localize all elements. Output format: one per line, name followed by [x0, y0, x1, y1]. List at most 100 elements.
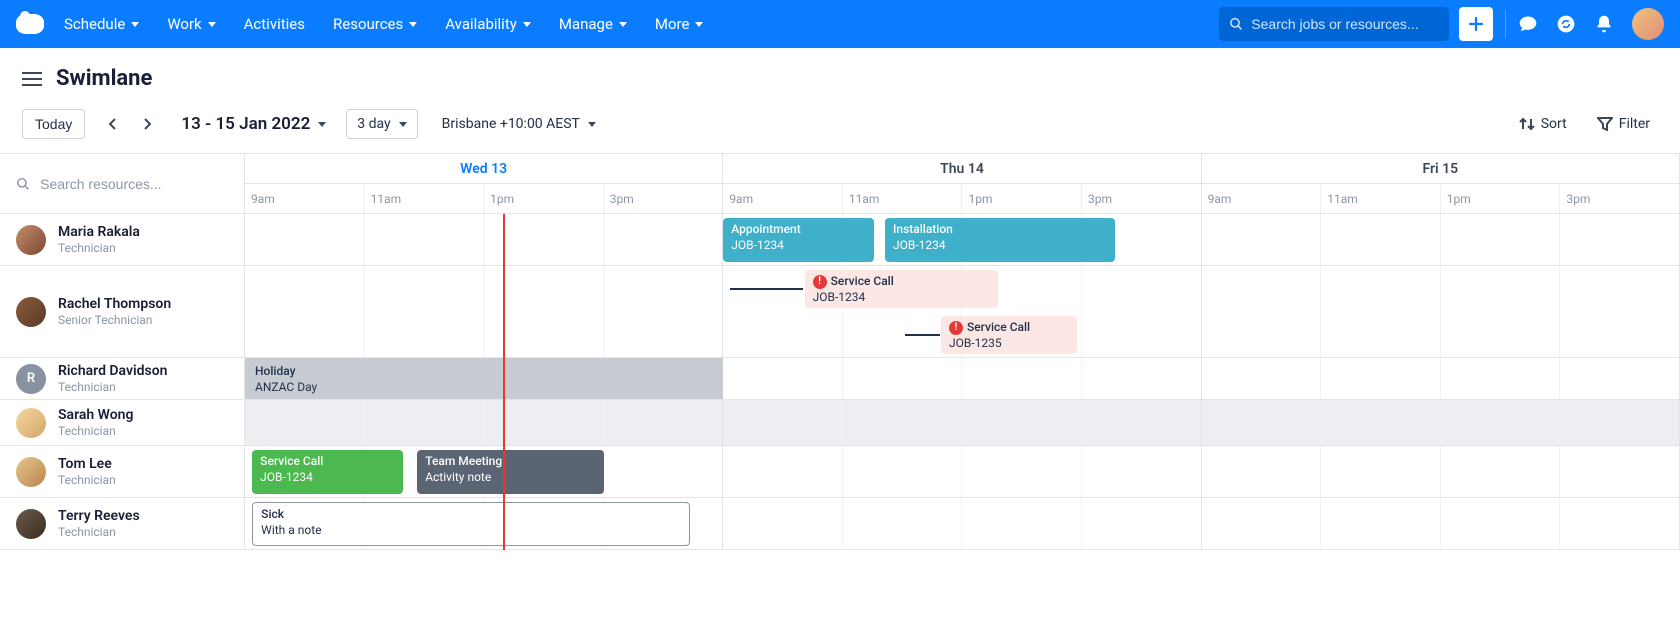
- bell-icon[interactable]: [1594, 14, 1614, 34]
- event-subtitle: Activity note: [425, 470, 596, 486]
- add-button[interactable]: [1459, 7, 1493, 41]
- prev-button[interactable]: [99, 109, 127, 139]
- nav-item-label: Resources: [333, 15, 403, 33]
- event-block[interactable]: SickWith a note: [252, 502, 690, 546]
- resource-name: Tom Lee: [58, 456, 116, 473]
- date-range-picker[interactable]: 13 - 15 Jan 2022: [175, 114, 332, 134]
- hour-label: 1pm: [1441, 184, 1561, 213]
- swimlane-grid: Maria RakalaTechnicianRachel ThompsonSen…: [0, 154, 1680, 550]
- user-avatar[interactable]: [1632, 8, 1664, 40]
- global-search-input[interactable]: [1251, 16, 1439, 32]
- lane[interactable]: SickWith a note: [245, 498, 1680, 550]
- event-title: Team Meeting: [425, 454, 596, 470]
- day-header[interactable]: Fri 15: [1202, 154, 1680, 183]
- next-button[interactable]: [133, 109, 161, 139]
- global-search[interactable]: [1219, 7, 1449, 41]
- app-logo[interactable]: [16, 14, 44, 34]
- resource-name: Richard Davidson: [58, 363, 167, 380]
- resource-role: Technician: [58, 424, 133, 438]
- nav-item-label: Availability: [445, 15, 517, 33]
- resource-row[interactable]: Rachel ThompsonSenior Technician: [0, 266, 245, 358]
- day-header[interactable]: Thu 14: [723, 154, 1201, 183]
- resource-row[interactable]: Terry ReevesTechnician: [0, 498, 245, 550]
- sort-label: Sort: [1541, 116, 1567, 132]
- menu-toggle[interactable]: [22, 71, 42, 87]
- resource-search[interactable]: [0, 154, 244, 214]
- resource-avatar: [16, 297, 46, 327]
- resource-row[interactable]: Tom LeeTechnician: [0, 446, 245, 498]
- nav-item-work[interactable]: Work: [167, 15, 215, 33]
- resource-row[interactable]: RRichard DavidsonTechnician: [0, 358, 245, 400]
- resource-name: Rachel Thompson: [58, 296, 171, 313]
- event-block[interactable]: InstallationJOB-1234: [885, 218, 1115, 262]
- resource-avatar: [16, 509, 46, 539]
- chevron-down-icon: [409, 22, 417, 27]
- lanes: AppointmentJOB-1234InstallationJOB-1234!…: [245, 214, 1680, 550]
- event-subtitle: JOB-1234: [893, 238, 1107, 254]
- nav-item-resources[interactable]: Resources: [333, 15, 417, 33]
- chevron-down-icon: [588, 122, 596, 127]
- today-button[interactable]: Today: [22, 109, 85, 139]
- nav-item-schedule[interactable]: Schedule: [64, 15, 139, 33]
- timeline-column: Wed 13Thu 14Fri 15 9am11am1pm3pm9am11am1…: [245, 154, 1680, 550]
- plus-icon: [1467, 15, 1485, 33]
- toolbar: Today 13 - 15 Jan 2022 3 day Brisbane +1…: [0, 99, 1680, 154]
- event-subtitle: JOB-1235: [949, 336, 1069, 352]
- chevron-down-icon: [399, 122, 407, 127]
- nav-item-label: Activities: [244, 15, 305, 33]
- lane[interactable]: HolidayANZAC Day: [245, 358, 1680, 400]
- event-block[interactable]: AppointmentJOB-1234: [723, 218, 874, 262]
- lane[interactable]: !Service CallJOB-1234!Service CallJOB-12…: [245, 266, 1680, 358]
- sort-button[interactable]: Sort: [1511, 112, 1575, 136]
- nav-item-label: More: [655, 15, 690, 33]
- hour-label: 1pm: [962, 184, 1082, 213]
- nav-item-label: Manage: [559, 15, 613, 33]
- event-block[interactable]: !Service CallJOB-1234: [805, 270, 999, 308]
- event-block[interactable]: HolidayANZAC Day: [245, 358, 723, 399]
- travel-indicator: [730, 288, 803, 290]
- resource-role: Technician: [58, 241, 140, 255]
- hour-label: 1pm: [484, 184, 604, 213]
- nav-item-more[interactable]: More: [655, 15, 704, 33]
- filter-icon: [1597, 117, 1613, 131]
- chevron-down-icon: [523, 22, 531, 27]
- lane[interactable]: AppointmentJOB-1234InstallationJOB-1234: [245, 214, 1680, 266]
- timezone-select[interactable]: Brisbane +10:00 AEST: [432, 110, 606, 138]
- chat-icon[interactable]: [1518, 14, 1538, 34]
- event-title: Sick: [261, 507, 681, 523]
- lane[interactable]: [245, 400, 1680, 446]
- event-title: Service Call: [260, 454, 395, 470]
- filter-button[interactable]: Filter: [1589, 112, 1658, 136]
- nav-item-manage[interactable]: Manage: [559, 15, 627, 33]
- hour-label: 9am: [723, 184, 843, 213]
- page-title: Swimlane: [56, 66, 152, 91]
- event-block[interactable]: !Service CallJOB-1235: [941, 316, 1077, 354]
- resource-search-input[interactable]: [40, 176, 228, 192]
- nav-item-activities[interactable]: Activities: [244, 15, 305, 33]
- resource-role: Technician: [58, 525, 140, 539]
- event-subtitle: With a note: [261, 523, 681, 539]
- page-header: Swimlane: [0, 48, 1680, 99]
- resource-row[interactable]: Maria RakalaTechnician: [0, 214, 245, 266]
- event-title: !Service Call: [813, 274, 991, 290]
- hour-label: 3pm: [1560, 184, 1680, 213]
- day-header[interactable]: Wed 13: [245, 154, 723, 183]
- hour-label: 9am: [1202, 184, 1322, 213]
- hamburger-icon: [22, 71, 42, 87]
- nav-item-availability[interactable]: Availability: [445, 15, 531, 33]
- hour-label: 3pm: [1082, 184, 1202, 213]
- view-mode-select[interactable]: 3 day: [346, 109, 417, 139]
- event-subtitle: ANZAC Day: [255, 380, 713, 396]
- resource-row[interactable]: Sarah WongTechnician: [0, 400, 245, 446]
- travel-indicator: [905, 334, 939, 336]
- nav-menu: Schedule Work Activities Resources Availabil…: [64, 15, 703, 33]
- now-indicator: [503, 214, 505, 550]
- lane[interactable]: Service CallJOB-1234 Team MeetingActivity…: [245, 446, 1680, 498]
- event-block[interactable]: Service CallJOB-1234: [252, 450, 403, 494]
- resource-role: Technician: [58, 473, 116, 487]
- sync-icon[interactable]: [1556, 14, 1576, 34]
- chevron-down-icon: [131, 22, 139, 27]
- resource-role: Technician: [58, 380, 167, 394]
- event-title: Appointment: [731, 222, 866, 238]
- event-block[interactable]: Team MeetingActivity note: [417, 450, 604, 494]
